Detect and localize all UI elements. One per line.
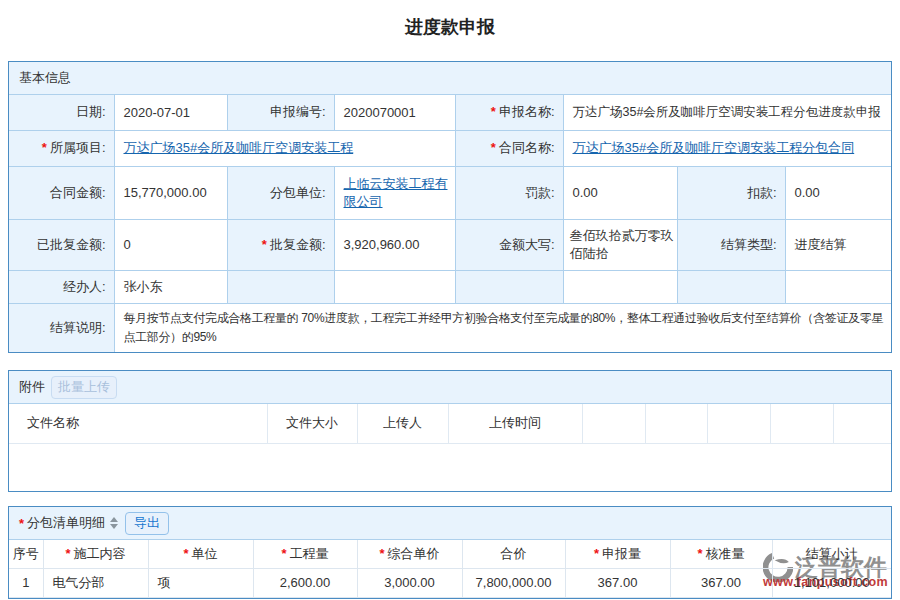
detail-cell-index: 1: [9, 568, 43, 597]
sort-icon[interactable]: [110, 517, 118, 529]
operator-label: 经办人:: [9, 270, 114, 303]
attachments-panel: 附件 批量上传 文件名称 文件大小 上传人 上传时间: [8, 370, 892, 492]
project-value: 万达广场35#会所及咖啡厅空调安装工程: [114, 130, 455, 166]
detail-cell-unitprice: 3,000.00: [357, 568, 462, 597]
project-label: *所属项目:: [9, 130, 114, 166]
attachments-empty-column: [707, 404, 770, 443]
detail-section-title: 分包清单明细: [27, 514, 105, 532]
attachments-empty-column: [770, 404, 833, 443]
attachments-col-uploader: 上传人: [357, 404, 448, 443]
attachments-empty-column: [833, 404, 891, 443]
required-mark: *: [281, 546, 286, 561]
contract-link[interactable]: 万达广场35#会所及咖啡厅空调安装工程分包合同: [573, 140, 855, 155]
detail-cell-subtotal: 1,101,000.00: [772, 568, 891, 597]
amount-words-value: 叁佰玖拾贰万零玖佰陆拾: [563, 219, 677, 270]
required-mark: *: [183, 546, 188, 561]
detail-col-approvedqty: *核准量: [670, 540, 772, 568]
approved-before-label: 已批复金额:: [9, 219, 114, 270]
detail-col-quantity: *工程量: [253, 540, 357, 568]
required-mark: *: [594, 546, 599, 561]
contract-name-label: *合同名称:: [455, 130, 563, 166]
decl-name-value: 万达广场35#会所及咖啡厅空调安装工程分包进度款申报: [563, 95, 891, 130]
deduction-value: 0.00: [785, 166, 891, 219]
approved-before-value: 0: [114, 219, 227, 270]
detail-cell-approvedqty: 367.00: [670, 568, 772, 597]
decl-no-label: 申报编号:: [227, 95, 334, 130]
detail-panel: * 分包清单明细 导出 序号 *施工内容 *单位 *工程量 *综合单价 合价 *…: [8, 506, 892, 599]
decl-name-label: *申报名称:: [455, 95, 563, 130]
detail-cell-unit: 项: [148, 568, 253, 597]
batch-upload-button[interactable]: 批量上传: [51, 376, 117, 399]
approved-value: 3,920,960.00: [334, 219, 455, 270]
basic-info-panel: 基本信息 日期: 2020-07-01 申报编号: 2020070001 *申报…: [8, 61, 892, 353]
date-value: 2020-07-01: [114, 95, 227, 130]
contract-amount-value: 15,770,000.00: [114, 166, 227, 219]
empty-label-cell: [455, 270, 563, 303]
detail-col-subtotal: 结算小计: [772, 540, 891, 568]
detail-row: 1 电气分部 项 2,600.00 3,000.00 7,800,000.00 …: [9, 568, 891, 597]
required-mark: *: [697, 546, 702, 561]
penalty-label: 罚款:: [455, 166, 563, 219]
required-mark: *: [42, 140, 47, 155]
required-mark: *: [491, 104, 496, 119]
attachments-col-filename: 文件名称: [9, 404, 267, 443]
attachments-col-uploadtime: 上传时间: [448, 404, 582, 443]
attachments-empty-column: [582, 404, 645, 443]
subcontractor-value: 上临云安装工程有限公司: [334, 166, 455, 219]
basic-info-section-title: 基本信息: [19, 69, 71, 87]
export-button[interactable]: 导出: [125, 512, 169, 535]
detail-col-unitprice: *综合单价: [357, 540, 462, 568]
subcontractor-label: 分包单位:: [227, 166, 334, 219]
detail-section-header: * 分包清单明细 导出: [9, 507, 891, 540]
attachments-table: 文件名称 文件大小 上传人 上传时间: [9, 404, 891, 491]
required-mark: *: [262, 237, 267, 252]
attachments-section-header: 附件 批量上传: [9, 371, 891, 404]
attachments-col-filesize: 文件大小: [267, 404, 357, 443]
contract-amount-label: 合同金额:: [9, 166, 114, 219]
project-link[interactable]: 万达广场35#会所及咖啡厅空调安装工程: [124, 140, 354, 155]
empty-label-cell: [677, 270, 785, 303]
detail-col-content: *施工内容: [43, 540, 148, 568]
settle-type-label: 结算类型:: [677, 219, 785, 270]
detail-cell-declared: 367.00: [565, 568, 670, 597]
decl-no-value: 2020070001: [334, 95, 455, 130]
deduction-label: 扣款:: [677, 166, 785, 219]
page: 进度款申报 基本信息 日期: 2020-07-01 申报编号: 20200700…: [0, 0, 900, 600]
settle-type-value: 进度结算: [785, 219, 891, 270]
settle-note-label: 结算说明:: [9, 303, 114, 352]
empty-label-cell: [227, 270, 334, 303]
empty-value-cell: [785, 270, 891, 303]
empty-value-cell: [334, 270, 455, 303]
subcontractor-link[interactable]: 上临云安装工程有限公司: [344, 176, 448, 209]
basic-info-table: 日期: 2020-07-01 申报编号: 2020070001 *申报名称: 万…: [9, 95, 891, 352]
detail-col-unit: *单位: [148, 540, 253, 568]
basic-info-section-header: 基本信息: [9, 62, 891, 95]
required-mark: *: [491, 140, 496, 155]
operator-value: 张小东: [114, 270, 227, 303]
detail-col-total: 合价: [462, 540, 565, 568]
detail-cell-total: 7,800,000.00: [462, 568, 565, 597]
date-label: 日期:: [9, 95, 114, 130]
required-mark: *: [379, 546, 384, 561]
page-title: 进度款申报: [0, 0, 900, 61]
approved-label: *批复金额:: [227, 219, 334, 270]
attachments-empty-body: [9, 443, 891, 491]
attachments-empty-column: [645, 404, 707, 443]
required-mark: *: [19, 516, 24, 531]
detail-col-index: 序号: [9, 540, 43, 568]
detail-cell-content: 电气分部: [43, 568, 148, 597]
settle-note-value: 每月按节点支付完成合格工程量的 70%进度款，工程完工并经甲方初验合格支付至完成…: [114, 303, 891, 352]
detail-col-declared: *申报量: [565, 540, 670, 568]
empty-value-cell: [563, 270, 677, 303]
attachments-section-title: 附件: [19, 378, 45, 396]
detail-cell-quantity: 2,600.00: [253, 568, 357, 597]
required-mark: *: [65, 546, 70, 561]
contract-name-value: 万达广场35#会所及咖啡厅空调安装工程分包合同: [563, 130, 891, 166]
detail-table: 序号 *施工内容 *单位 *工程量 *综合单价 合价 *申报量 *核准量 结算小…: [9, 540, 891, 598]
penalty-value: 0.00: [563, 166, 677, 219]
amount-words-label: 金额大写:: [455, 219, 563, 270]
